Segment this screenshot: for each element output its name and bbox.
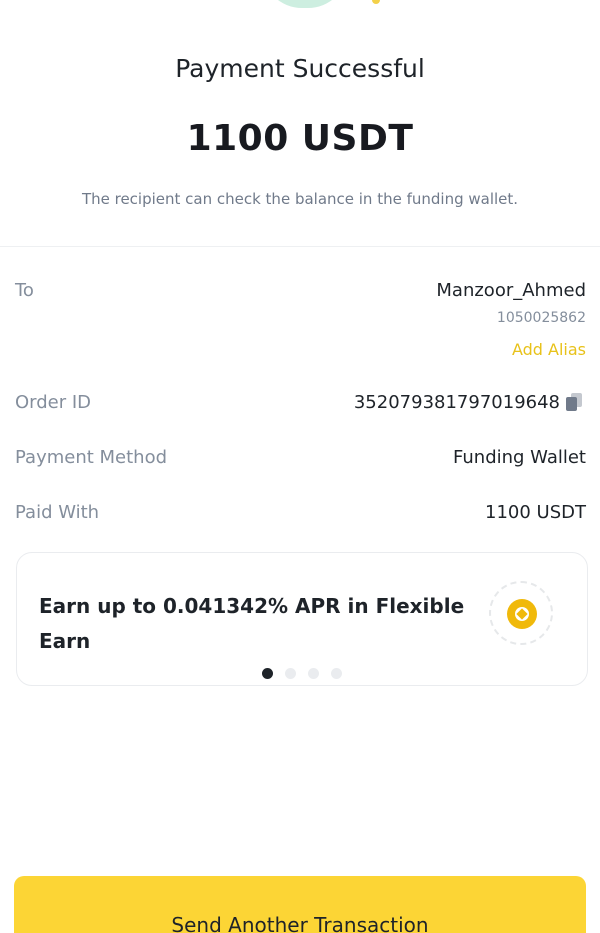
paid-with-label: Paid With [15, 502, 100, 523]
carousel-dot[interactable] [285, 668, 296, 679]
carousel-dot[interactable] [308, 668, 319, 679]
earn-coin-icon [489, 581, 553, 645]
send-another-transaction-button[interactable]: Send Another Transaction [14, 876, 586, 933]
payment-method-label: Payment Method [15, 447, 168, 468]
success-illustration-dot [372, 0, 380, 4]
carousel-dot[interactable] [262, 668, 273, 679]
payment-amount: 1100 USDT [186, 118, 414, 159]
to-label: To [15, 280, 34, 301]
order-id-label: Order ID [15, 392, 92, 413]
add-alias-link[interactable]: Add Alias [512, 340, 586, 359]
success-illustration [262, 0, 348, 8]
recipient-id: 1050025862 [496, 310, 586, 326]
earn-promo-text: Earn up to 0.041342% APR in Flexible Ear… [39, 594, 465, 653]
earn-promo-card[interactable]: Earn up to 0.041342% APR in Flexible Ear… [16, 552, 588, 686]
section-divider [0, 246, 600, 247]
paid-with-value: 1100 USDT [485, 502, 586, 523]
carousel-indicator [0, 668, 600, 680]
recipient-name: Manzoor_Ahmed [436, 280, 586, 301]
status-title: Payment Successful [175, 54, 425, 83]
payment-method-value: Funding Wallet [453, 447, 586, 468]
order-id-value: 352079381797019648 [353, 392, 560, 413]
copy-icon[interactable] [566, 393, 582, 411]
carousel-dot[interactable] [331, 668, 342, 679]
status-subtitle: The recipient can check the balance in t… [81, 190, 519, 208]
